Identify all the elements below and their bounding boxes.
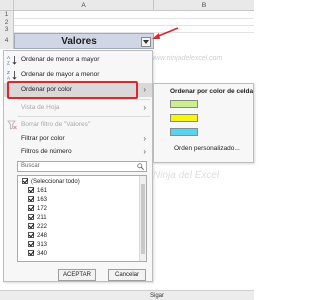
svg-text:Z: Z: [7, 61, 10, 66]
list-item-label: 161: [37, 188, 48, 194]
select-all-corner[interactable]: [0, 0, 14, 11]
color-swatch-yellow[interactable]: [170, 114, 198, 122]
checkbox[interactable]: [28, 205, 34, 212]
list-item-select-all[interactable]: (Seleccionar todo): [22, 178, 80, 187]
submenu-title: Ordenar por color de celda: [170, 88, 254, 95]
header-cell-text: Valores: [61, 36, 97, 47]
search-icon: [137, 163, 144, 170]
list-item-label: (Seleccionar todo): [31, 179, 80, 185]
watermark-text: www.ninjadelexcel.com: [150, 55, 223, 62]
number-filters-item[interactable]: Filtros de número ›: [4, 145, 152, 159]
chevron-right-icon: ›: [143, 85, 146, 94]
list-scrollbar[interactable]: [139, 176, 146, 261]
list-item-label: 172: [37, 206, 48, 212]
column-header-a[interactable]: A: [14, 0, 154, 11]
checkbox[interactable]: [28, 196, 34, 203]
svg-text:A: A: [7, 55, 10, 60]
column-header-b[interactable]: B: [154, 0, 254, 11]
custom-sort-item[interactable]: Orden personalizado...: [174, 145, 240, 152]
color-swatch-blue[interactable]: [170, 128, 198, 136]
grid-row[interactable]: [14, 19, 254, 26]
checkbox[interactable]: [28, 250, 34, 257]
list-item[interactable]: 248: [28, 232, 47, 241]
search-placeholder: Buscar: [21, 163, 40, 169]
checkbox[interactable]: [28, 187, 34, 194]
grid-row[interactable]: [14, 26, 254, 33]
list-item-label: 211: [37, 215, 47, 221]
row-number[interactable]: 4: [0, 33, 14, 49]
menu-divider: [18, 116, 150, 117]
list-item-label: 340: [37, 251, 48, 257]
sort-by-color-submenu: Ordenar por color de celda Orden persona…: [153, 83, 254, 163]
clear-filter-icon: [7, 120, 17, 130]
color-swatch-green[interactable]: [170, 100, 198, 108]
sheet-tab[interactable]: Sigar: [150, 293, 164, 299]
chevron-right-icon: ›: [143, 103, 146, 112]
column-header-bar: A B: [0, 0, 254, 11]
checkbox[interactable]: [22, 178, 28, 185]
svg-text:Z: Z: [7, 70, 10, 75]
header-cell-valores[interactable]: Valores: [14, 33, 154, 49]
sheet-tab-bar: [0, 290, 254, 300]
row-number[interactable]: 1: [0, 11, 14, 19]
list-item[interactable]: 211: [28, 214, 47, 223]
clear-filter-item[interactable]: Borrar filtro de "Valores": [4, 118, 152, 132]
row-number[interactable]: 3: [0, 26, 14, 33]
sort-za-icon: Z A: [7, 70, 17, 80]
checkbox[interactable]: [28, 241, 34, 248]
grid-row[interactable]: [14, 11, 254, 19]
red-arrow-annotation: [152, 27, 179, 39]
list-item[interactable]: 313: [28, 241, 47, 250]
chevron-right-icon: ›: [143, 147, 146, 156]
cancel-button[interactable]: Cancelar: [108, 269, 146, 281]
list-item[interactable]: 340: [28, 250, 47, 259]
list-item[interactable]: 172: [28, 205, 47, 214]
sort-ascending-item[interactable]: A Z Ordenar de menor a mayor: [4, 53, 152, 67]
checkbox[interactable]: [28, 214, 34, 221]
sort-az-icon: A Z: [7, 55, 17, 65]
list-item-label: 248: [37, 233, 48, 239]
list-item-label: 163: [37, 197, 48, 203]
filter-by-color-item[interactable]: Filtrar por color ›: [4, 132, 152, 146]
chevron-down-icon: [143, 40, 149, 44]
svg-text:A: A: [7, 76, 10, 81]
scrollbar-thumb[interactable]: [141, 184, 145, 254]
menu-divider: [18, 99, 150, 100]
filter-by-color-label: Filtrar por color: [21, 135, 65, 142]
sort-ascending-label: Ordenar de menor a mayor: [21, 56, 100, 63]
list-item[interactable]: 163: [28, 196, 47, 205]
sort-descending-label: Ordenar de mayor a menor: [21, 71, 100, 78]
checkbox[interactable]: [28, 223, 34, 230]
sheet-view-label: Vista de Hoja: [21, 104, 60, 111]
sort-descending-item[interactable]: Z A Ordenar de mayor a menor: [4, 68, 152, 82]
sheet-view-item[interactable]: Vista de Hoja ›: [4, 101, 152, 115]
list-item-label: 313: [37, 242, 48, 248]
list-item-label: 222: [37, 224, 48, 230]
row-number[interactable]: 2: [0, 19, 14, 26]
red-highlight-box: [7, 81, 138, 99]
ok-button[interactable]: ACEPTAR: [58, 269, 96, 281]
chevron-right-icon: ›: [143, 134, 146, 143]
number-filters-label: Filtros de número: [21, 148, 72, 155]
search-input[interactable]: Buscar: [17, 161, 147, 172]
watermark-logo-text: Ninja del Excel: [153, 170, 220, 181]
list-item[interactable]: 222: [28, 223, 47, 232]
checkbox[interactable]: [28, 232, 34, 239]
list-item[interactable]: 161: [28, 187, 47, 196]
clear-filter-label: Borrar filtro de "Valores": [21, 121, 91, 128]
values-list[interactable]: (Seleccionar todo) 161 163 172 211 222 2…: [17, 175, 147, 262]
